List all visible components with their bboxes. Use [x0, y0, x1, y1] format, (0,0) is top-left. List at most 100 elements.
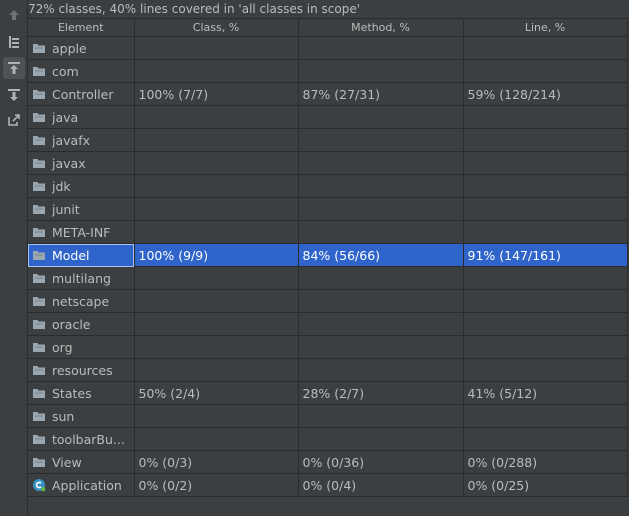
class-coverage-cell: 100% (9/9): [134, 243, 299, 267]
column-header-line[interactable]: Line, %: [463, 20, 628, 37]
table-row[interactable]: META-INF: [28, 220, 628, 244]
coverage-toolbar: [0, 0, 28, 516]
class-coverage-cell: 50% (2/4): [134, 381, 299, 405]
table-row[interactable]: States 50% (2/4) 28% (2/7) 41% (5/12): [28, 381, 628, 405]
element-cell[interactable]: javafx: [28, 128, 135, 152]
package-folder-icon: [32, 87, 46, 101]
table-row[interactable]: View 0% (0/3) 0% (0/36) 0% (0/288): [28, 450, 628, 474]
line-coverage-cell: [463, 404, 628, 428]
package-folder-icon: [32, 432, 46, 446]
method-coverage-cell: [298, 220, 464, 244]
element-name: Application: [52, 477, 122, 493]
class-coverage-cell: [134, 36, 299, 60]
class-coverage-cell: [134, 335, 299, 359]
element-cell[interactable]: sun: [28, 404, 135, 428]
table-row[interactable]: toolbarBu...: [28, 427, 628, 451]
table-row[interactable]: Application 0% (0/2) 0% (0/4) 0% (0/25): [28, 473, 628, 497]
element-cell[interactable]: Application: [28, 473, 135, 497]
table-row[interactable]: junit: [28, 197, 628, 221]
element-cell[interactable]: junit: [28, 197, 135, 221]
element-name: Model: [52, 247, 90, 263]
package-folder-icon: [32, 156, 46, 170]
coverage-table-container[interactable]: Element Class, % Method, % Line, % apple…: [28, 20, 629, 516]
package-folder-icon: [32, 64, 46, 78]
element-name: sun: [52, 408, 75, 424]
element-cell[interactable]: META-INF: [28, 220, 135, 244]
table-row[interactable]: java: [28, 105, 628, 129]
element-name: javafx: [52, 132, 90, 148]
element-cell[interactable]: Controller: [28, 82, 135, 106]
element-name: View: [52, 454, 82, 470]
element-cell[interactable]: com: [28, 59, 135, 83]
class-coverage-cell: [134, 289, 299, 313]
table-row[interactable]: Model 100% (9/9) 84% (56/66) 91% (147/161): [28, 243, 628, 267]
element-cell[interactable]: oracle: [28, 312, 135, 336]
element-cell[interactable]: toolbarBu...: [28, 427, 135, 451]
method-coverage-cell: [298, 312, 464, 336]
line-coverage-cell: [463, 128, 628, 152]
column-header-element[interactable]: Element: [28, 20, 135, 37]
element-cell[interactable]: Model: [28, 243, 135, 267]
element-cell[interactable]: javax: [28, 151, 135, 175]
method-coverage-cell: [298, 174, 464, 198]
class-coverage-cell: [134, 59, 299, 83]
table-row[interactable]: apple: [28, 36, 628, 60]
column-header-class[interactable]: Class, %: [134, 20, 299, 37]
table-row[interactable]: javax: [28, 151, 628, 175]
navigate-up-icon: [7, 8, 21, 22]
element-name: jdk: [52, 178, 71, 194]
autoscroll-from-source-icon: [7, 88, 21, 102]
element-cell[interactable]: View: [28, 450, 135, 474]
autoscroll-from-source-button[interactable]: [3, 84, 25, 106]
method-coverage-cell: 28% (2/7): [298, 381, 464, 405]
flatten-packages-icon: [7, 35, 21, 49]
table-row[interactable]: multilang: [28, 266, 628, 290]
method-coverage-cell: [298, 427, 464, 451]
package-folder-icon: [32, 455, 46, 469]
table-row[interactable]: com: [28, 59, 628, 83]
package-folder-icon: [32, 271, 46, 285]
method-coverage-cell: [298, 404, 464, 428]
element-cell[interactable]: org: [28, 335, 135, 359]
element-name: javax: [52, 155, 86, 171]
line-coverage-cell: 0% (0/25): [463, 473, 628, 497]
line-coverage-cell: [463, 59, 628, 83]
element-cell[interactable]: multilang: [28, 266, 135, 290]
element-cell[interactable]: apple: [28, 36, 135, 60]
package-folder-icon: [32, 248, 46, 262]
line-coverage-cell: 41% (5/12): [463, 381, 628, 405]
autoscroll-to-source-button[interactable]: [3, 57, 25, 79]
method-coverage-cell: 87% (27/31): [298, 82, 464, 106]
package-folder-icon: [32, 409, 46, 423]
table-row[interactable]: Controller 100% (7/7) 87% (27/31) 59% (128/…: [28, 82, 628, 106]
column-header-method[interactable]: Method, %: [298, 20, 464, 37]
table-row[interactable]: sun: [28, 404, 628, 428]
table-row[interactable]: netscape: [28, 289, 628, 313]
export-report-button[interactable]: [3, 109, 25, 131]
export-report-icon: [7, 113, 21, 127]
line-coverage-cell: [463, 358, 628, 382]
method-coverage-cell: [298, 105, 464, 129]
table-row[interactable]: oracle: [28, 312, 628, 336]
navigate-up-button[interactable]: [3, 4, 25, 26]
method-coverage-cell: [298, 335, 464, 359]
line-coverage-cell: [463, 105, 628, 129]
table-row[interactable]: resources: [28, 358, 628, 382]
table-row[interactable]: javafx: [28, 128, 628, 152]
element-cell[interactable]: States: [28, 381, 135, 405]
table-row[interactable]: org: [28, 335, 628, 359]
package-folder-icon: [32, 202, 46, 216]
element-cell[interactable]: netscape: [28, 289, 135, 313]
class-coverage-cell: 100% (7/7): [134, 82, 299, 106]
package-folder-icon: [32, 179, 46, 193]
class-coverage-cell: [134, 404, 299, 428]
element-name: com: [52, 63, 79, 79]
element-cell[interactable]: jdk: [28, 174, 135, 198]
line-coverage-cell: 91% (147/161): [463, 243, 628, 267]
table-row[interactable]: jdk: [28, 174, 628, 198]
element-cell[interactable]: resources: [28, 358, 135, 382]
element-name: Controller: [52, 86, 114, 102]
element-name: resources: [52, 362, 113, 378]
element-cell[interactable]: java: [28, 105, 135, 129]
flatten-packages-button[interactable]: [3, 31, 25, 53]
